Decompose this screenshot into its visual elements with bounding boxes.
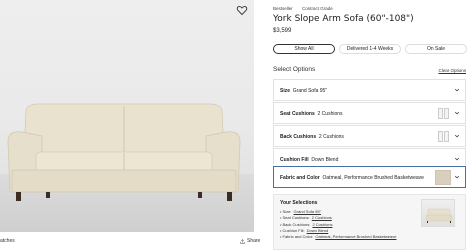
option-label: Fabric and Color [280,175,320,181]
option-fabric-and-color[interactable]: Fabric and Color Oatmeal, Performance Br… [273,166,466,188]
share-icon [240,238,245,244]
your-selections-title: Your Selections [280,200,318,206]
filter-delivered-1-4-weeks[interactable]: Delivered 1-4 Weeks [339,44,401,54]
list-item: • Fabric and Color: Oatmeal, Performance… [280,234,397,240]
selection-thumbnail [421,199,455,227]
product-price: $3,599 [273,28,292,34]
select-options-label: Select Options [273,66,316,73]
clear-options-link[interactable]: Clear Options [438,68,466,73]
product-badges: Bestseller Contract Grade [273,6,333,11]
share-label: Share [247,238,261,244]
selections-list: • Size: Grand Sofa 95" • Seat Cushions: … [280,209,396,240]
chevron-down-icon [454,157,460,161]
option-label: Back Cushions [280,134,317,140]
image-footer: atches Share [0,234,260,250]
cushion-thumbnails [438,131,449,142]
chevron-down-icon [454,175,460,179]
product-panel: Bestseller Contract Grade York Slope Arm… [271,0,468,250]
filter-show-all[interactable]: Show All [273,44,335,54]
option-label: Seat Cushions [280,111,315,117]
option-size[interactable]: Size Grand Sofa 95" [273,79,466,101]
option-seat-cushions[interactable]: Seat Cushions 2 Cushions [273,102,466,124]
option-label: Cushion Fill [280,157,309,163]
chevron-down-icon [454,134,460,138]
delivery-filters: Show All Delivered 1-4 Weeks On Sale [273,44,467,54]
heart-icon[interactable] [236,4,248,16]
share-button[interactable]: Share [240,238,260,244]
selection-link[interactable]: 2 Cushions [312,215,332,220]
option-label: Size [280,88,291,94]
badge-bestseller: Bestseller [273,6,293,11]
option-back-cushions[interactable]: Back Cushions 2 Cushions [273,125,466,147]
sofa-image [7,103,241,201]
matches-link[interactable]: atches [0,238,15,244]
selection-link[interactable]: Down Blend [307,228,329,233]
options-header: Select Options Clear Options [273,66,466,76]
selection-link[interactable]: 2 Cushions [312,222,332,227]
selection-link[interactable]: Grand Sofa 95" [294,209,321,214]
page-title: York Slope Arm Sofa (60"-108") [273,14,414,24]
chevron-down-icon [454,111,460,115]
option-value: 2 Cushions [318,134,344,140]
cushion-thumbnails [438,108,449,119]
option-value: Down Blend [311,157,339,163]
chevron-down-icon [454,88,460,92]
selection-link[interactable]: Oatmeal, Performance Brushed Basketweave [315,234,396,239]
badge-contract-grade: Contract Grade [302,6,333,11]
filter-on-sale[interactable]: On Sale [405,44,467,54]
fabric-swatch [435,170,451,185]
option-value: 2 Cushions [317,111,343,117]
your-selections: Your Selections • Size: Grand Sofa 95" •… [273,194,466,250]
product-image[interactable] [0,0,254,232]
option-value: Grand Sofa 95" [292,88,328,94]
option-value: Oatmeal, Performance Brushed Basketweave [322,175,424,181]
